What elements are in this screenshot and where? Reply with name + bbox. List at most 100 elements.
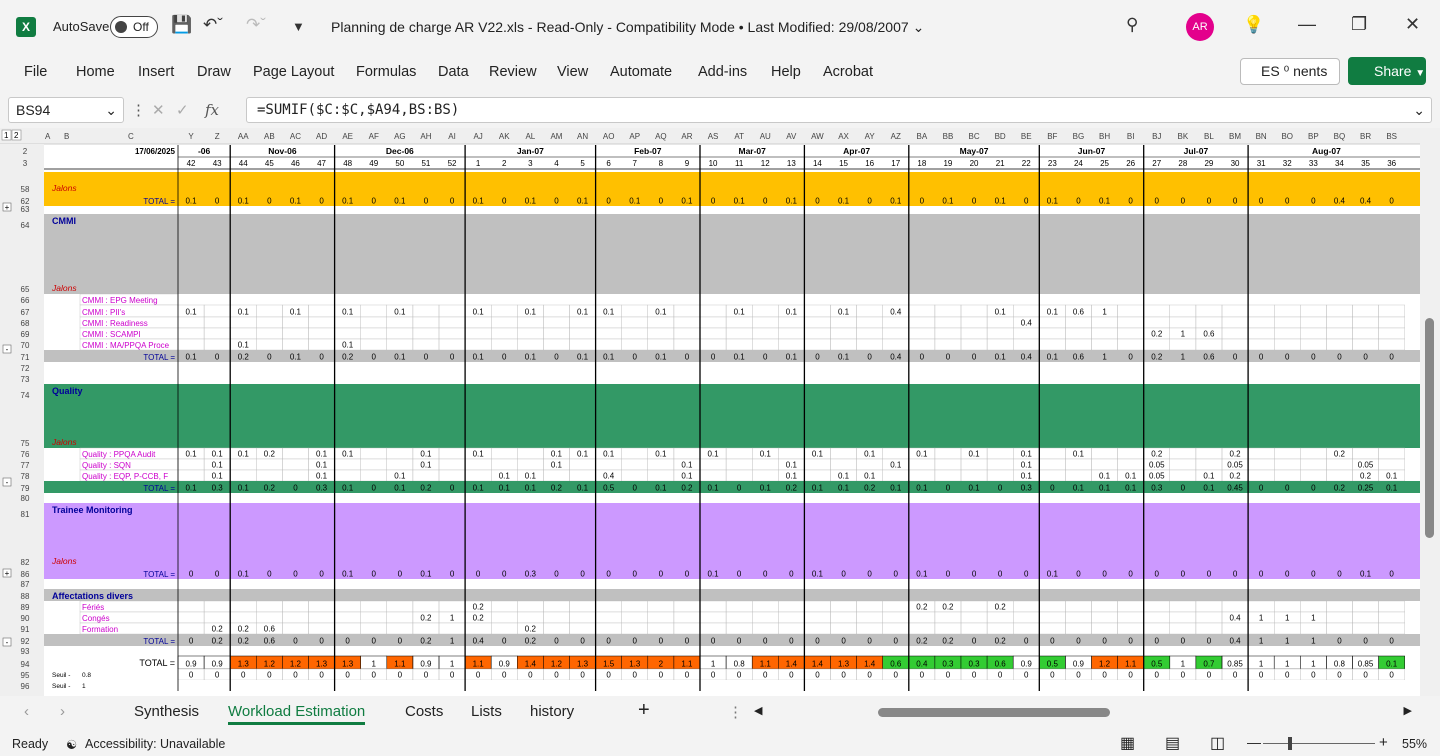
save-icon[interactable]: 💾 xyxy=(171,15,192,35)
tab-draw[interactable]: Draw xyxy=(197,64,231,80)
tab-lists[interactable]: Lists xyxy=(471,703,502,720)
cell-value: 1.2 xyxy=(1099,660,1111,669)
close-icon[interactable]: ✕ xyxy=(1405,14,1420,35)
cell-value: 0.1 xyxy=(629,197,641,206)
row-band xyxy=(44,317,1420,328)
more-options-icon[interactable]: ⋮ xyxy=(131,101,146,119)
spreadsheet-grid[interactable]: 1 2 A B C Y Z AA AB AC AD AE AF AG AH AI AJ AK AL AM AN AO AP A… xyxy=(0,128,1440,696)
formula-input[interactable]: =SUMIF($C:$C,$A94,BS:BS) ⌄ xyxy=(246,97,1432,123)
tab-file[interactable]: File xyxy=(24,64,47,80)
worksheet-canvas[interactable]: 1 2 A B C Y Z AA AB AC AD AE AF AG AH AI AJ AK AL AM AN AO AP A… xyxy=(0,128,1420,696)
cell-value: 0.1 xyxy=(655,450,667,459)
cell-value: 0.1 xyxy=(812,570,824,579)
tab-insert[interactable]: Insert xyxy=(138,64,174,80)
cell-value: 0.6 xyxy=(1203,330,1215,339)
restore-icon[interactable]: ❐ xyxy=(1351,14,1367,35)
tab-formulas[interactable]: Formulas xyxy=(356,64,416,80)
normal-view-icon[interactable]: ▦ xyxy=(1120,733,1135,753)
cell-value: 0.1 xyxy=(681,472,693,481)
cell-value: 0.1 xyxy=(394,308,406,317)
cell-value: 0.1 xyxy=(238,308,250,317)
cell-value: 0 xyxy=(737,570,742,579)
minimize-icon[interactable]: — xyxy=(1298,14,1316,35)
tab-history[interactable]: history xyxy=(530,703,574,720)
zoom-level[interactable]: 55% xyxy=(1402,737,1427,751)
tab-costs[interactable]: Costs xyxy=(405,703,443,720)
week-number: 21 xyxy=(996,159,1005,168)
tab-review[interactable]: Review xyxy=(489,64,537,80)
vertical-scroll-thumb[interactable] xyxy=(1425,318,1434,538)
page-layout-view-icon[interactable]: ▤ xyxy=(1165,733,1180,753)
cell-value: 0 xyxy=(946,484,951,493)
column-header-ad: AD xyxy=(316,132,327,141)
cell-value: 0.2 xyxy=(212,625,224,634)
document-title[interactable]: Planning de charge AR V22.xls - Read-Onl… xyxy=(331,19,924,36)
cell-value: 0.6 xyxy=(1073,308,1085,317)
lightbulb-icon[interactable]: 💡 xyxy=(1243,15,1264,35)
cell-value: 0 xyxy=(372,637,377,646)
page-break-view-icon[interactable]: ◫ xyxy=(1210,733,1225,753)
prev-sheet-icon[interactable]: ‹ xyxy=(24,703,29,720)
redo-icon[interactable]: ↷ˇ xyxy=(246,15,266,35)
tab-add-ins[interactable]: Add-ins xyxy=(698,64,747,80)
insert-function-icon[interactable]: fx xyxy=(205,101,219,119)
name-box[interactable]: BS94 ⌄ xyxy=(8,97,124,123)
cell-value: 0.1 xyxy=(473,308,485,317)
row-number: 88 xyxy=(21,592,30,601)
cell-value: 0.1 xyxy=(1047,353,1059,362)
cell-value: 1 xyxy=(372,660,377,669)
column-header-al: AL xyxy=(525,132,535,141)
customize-toolbar-icon[interactable]: ▼ xyxy=(292,19,305,34)
scroll-left-icon[interactable]: ◀ xyxy=(754,704,762,717)
undo-icon[interactable]: ↶ˇ xyxy=(203,15,223,35)
vertical-scrollbar[interactable] xyxy=(1420,128,1440,696)
cell-value: 0 xyxy=(763,671,768,680)
column-header-ar: AR xyxy=(681,132,692,141)
column-header-aa: AA xyxy=(238,132,249,141)
share-button[interactable]: Share ▼ xyxy=(1348,57,1426,85)
tab-home[interactable]: Home xyxy=(76,64,115,80)
tab-workload-estimation[interactable]: Workload Estimation xyxy=(228,703,366,725)
tab-acrobat[interactable]: Acrobat xyxy=(823,64,873,80)
cell-value: 0.1 xyxy=(551,461,563,470)
cell-value: 0 xyxy=(215,353,220,362)
scroll-right-icon[interactable]: ▶ xyxy=(1404,704,1412,717)
zoom-slider[interactable] xyxy=(1263,737,1375,750)
cell-value: 0 xyxy=(841,637,846,646)
horizontal-scrollbar[interactable]: ◀ ▶ xyxy=(752,704,1420,720)
enter-icon[interactable]: ✓ xyxy=(176,101,189,119)
cell-value: 0 xyxy=(1233,570,1238,579)
next-sheet-icon[interactable]: › xyxy=(60,703,65,720)
cell-value: 0.1 xyxy=(864,472,876,481)
cell-value: 0.2 xyxy=(420,637,432,646)
zoom-in-icon[interactable]: + xyxy=(1379,734,1388,751)
expand-formula-icon[interactable]: ⌄ xyxy=(1413,98,1425,122)
zoom-slider-thumb[interactable] xyxy=(1288,737,1292,750)
cell-value: 0 xyxy=(502,353,507,362)
column-header-am: AM xyxy=(550,132,562,141)
tab-help[interactable]: Help xyxy=(771,64,801,80)
tab-data[interactable]: Data xyxy=(438,64,469,80)
accessibility-status[interactable]: Accessibility: Unavailable xyxy=(85,737,225,751)
cell-value: 0 xyxy=(1233,197,1238,206)
cell-value: 1 xyxy=(1181,330,1186,339)
search-icon[interactable]: ⚲ xyxy=(1126,15,1138,35)
week-number: 17 xyxy=(891,159,900,168)
week-number: 30 xyxy=(1231,159,1240,168)
row-number: 86 xyxy=(21,570,30,579)
avatar[interactable]: AR xyxy=(1186,13,1214,41)
comments-button[interactable]: ES ⁰ nents xyxy=(1240,58,1340,85)
tab-view[interactable]: View xyxy=(557,64,588,80)
cell-value: 0.5 xyxy=(603,484,615,493)
autosave-toggle[interactable]: Off xyxy=(110,16,158,38)
tab-automate[interactable]: Automate xyxy=(610,64,672,80)
tab-synthesis[interactable]: Synthesis xyxy=(134,703,199,720)
more-sheets-icon[interactable]: ⋮ xyxy=(728,703,743,721)
cell-value: 0 xyxy=(267,671,272,680)
cancel-icon[interactable]: ✕ xyxy=(152,101,165,119)
cell-value: 0 xyxy=(554,570,559,579)
add-sheet-icon[interactable]: + xyxy=(638,699,650,722)
horizontal-scroll-thumb[interactable] xyxy=(878,708,1110,717)
tab-page-layout[interactable]: Page Layout xyxy=(253,64,334,80)
zoom-out-icon[interactable]: — xyxy=(1247,734,1261,750)
